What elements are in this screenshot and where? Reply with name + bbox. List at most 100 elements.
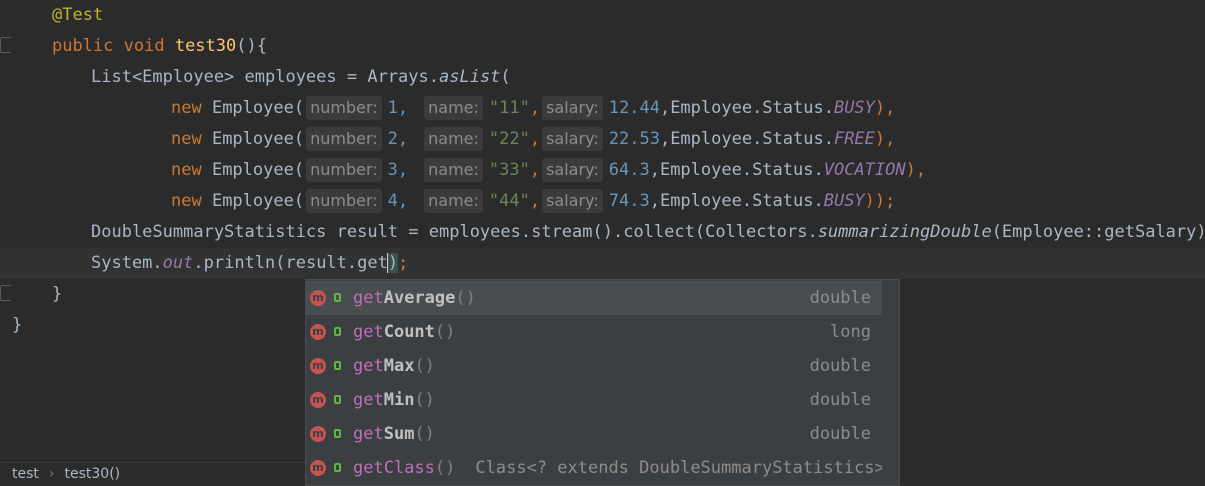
comma: , xyxy=(529,191,541,211)
salary-arg: 74.3 xyxy=(608,191,650,211)
number-arg: 1, xyxy=(387,98,409,118)
param-hint-number: number: xyxy=(306,158,382,182)
method-icon: m xyxy=(310,358,326,374)
name-arg: "33" xyxy=(488,160,530,180)
code-line-annotation[interactable]: @Test xyxy=(0,0,1205,31)
completion-item-name: getMin() xyxy=(353,383,435,417)
completion-item-getclass[interactable]: m getClass() Class<? extends DoubleSummary… xyxy=(306,451,899,485)
status-value: VOCATION xyxy=(823,160,906,180)
code-line-method-signature[interactable]: public void test30(){ xyxy=(0,31,1205,62)
code-line-employee[interactable]: new Employee(number: 2, name: "22", salary: 2… xyxy=(0,124,1205,155)
code-line-println[interactable]: System.out.println(result.get); xyxy=(0,248,1205,279)
code-line-employee[interactable]: new Employee(number: 4, name: "44", salary: 7… xyxy=(0,186,1205,217)
salary-arg: 22.53 xyxy=(608,129,660,149)
return-type: double xyxy=(809,390,871,410)
code-line-list-decl[interactable]: List<Employee> employees = Arrays.asList… xyxy=(0,62,1205,93)
code-line-employee[interactable]: new Employee(number: 1, name: "11", salary: 1… xyxy=(0,93,1205,124)
status-value: BUSY xyxy=(833,98,875,118)
breadcrumb-item-method[interactable]: test30() xyxy=(65,466,121,482)
name-arg: "44" xyxy=(488,191,530,211)
completion-item-getaverage[interactable]: m getAverage() double xyxy=(306,281,882,315)
match-prefix: get xyxy=(353,390,384,410)
completion-item-name: getMax() xyxy=(353,349,435,383)
code-completion-popup[interactable]: m getAverage() double m getCount() long m getMa… xyxy=(305,279,900,486)
println-call: .println(result.get xyxy=(193,253,388,273)
method-suffix: Sum xyxy=(383,424,415,444)
completion-item-name: getClass() Class<? extends DoubleSummaryS… xyxy=(353,451,885,485)
method-suffix: Count xyxy=(383,322,435,342)
line-end: )); xyxy=(864,191,896,211)
method-suffix: Min xyxy=(383,390,415,410)
param-hint-name: name: xyxy=(424,189,483,213)
match-prefix: get xyxy=(353,288,384,308)
param-hint-salary: salary: xyxy=(542,127,603,151)
completion-item-getcount[interactable]: m getCount() long xyxy=(306,315,899,349)
param-hint-name: name: xyxy=(424,158,483,182)
breadcrumb-separator-icon: › xyxy=(48,466,55,482)
employee-ctor: Employee( xyxy=(201,191,305,211)
return-type: double xyxy=(809,288,871,308)
breadcrumb-item-class[interactable]: test xyxy=(12,466,39,482)
comma: , xyxy=(529,160,541,180)
comma: , xyxy=(529,98,541,118)
method-modifiers: public void xyxy=(52,36,175,56)
method-paren: (){ xyxy=(236,36,267,56)
method-suffix: Max xyxy=(383,356,415,376)
name-arg: "11" xyxy=(488,98,530,118)
method-icon: m xyxy=(310,460,326,476)
completion-item-getmin[interactable]: m getMin() double xyxy=(306,383,899,417)
param-hint-name: name: xyxy=(424,96,483,120)
method-suffix: Average xyxy=(383,288,456,308)
public-access-icon xyxy=(334,395,341,404)
close-paren: ) xyxy=(387,253,399,273)
completion-item-getsum[interactable]: m getSum() double xyxy=(306,417,899,451)
match-prefix: get xyxy=(353,322,384,342)
method-suffix: Class xyxy=(383,458,435,478)
completion-item-name: getSum() xyxy=(353,417,435,451)
name-arg: "22" xyxy=(488,129,530,149)
status-value: FREE xyxy=(833,129,875,149)
close-brace-method: } xyxy=(52,284,63,304)
status-value: BUSY xyxy=(823,191,865,211)
public-access-icon xyxy=(334,327,341,336)
new-keyword: new xyxy=(171,98,202,118)
line-end: ), xyxy=(874,129,896,149)
status-prefix: ,Employee.Status. xyxy=(649,191,824,211)
method-icon: m xyxy=(310,290,326,306)
param-hint-salary: salary: xyxy=(542,158,603,182)
salary-arg: 64.3 xyxy=(608,160,650,180)
semicolon: ; xyxy=(398,253,409,273)
method-params: () xyxy=(414,424,435,444)
statistics-tail: (Employee::getSalary)); xyxy=(991,222,1205,242)
code-line-employee[interactable]: new Employee(number: 3, name: "33", salary: 6… xyxy=(0,155,1205,186)
new-keyword: new xyxy=(171,129,202,149)
employee-ctor: Employee( xyxy=(201,129,305,149)
completion-item-getmax[interactable]: m getMax() double xyxy=(306,349,899,383)
method-params: () xyxy=(434,322,456,342)
annotation-test: @Test xyxy=(52,5,104,25)
param-hint-name: name: xyxy=(424,127,483,151)
out-field: out xyxy=(162,253,194,273)
number-arg: 4, xyxy=(387,191,409,211)
close-brace-class: } xyxy=(12,315,23,335)
breadcrumb: test › test30() xyxy=(0,462,305,484)
code-line-statistics[interactable]: DoubleSummaryStatistics result = employe… xyxy=(0,217,1205,248)
method-icon: m xyxy=(310,426,326,442)
line-end: ), xyxy=(905,160,927,180)
param-hint-number: number: xyxy=(306,127,382,151)
new-keyword: new xyxy=(171,191,202,211)
method-params: () xyxy=(434,458,456,478)
statistics-decl: DoubleSummaryStatistics result = employe… xyxy=(91,222,818,242)
status-prefix: ,Employee.Status. xyxy=(659,129,834,149)
new-keyword: new xyxy=(171,160,202,180)
comma: , xyxy=(529,129,541,149)
open-paren: ( xyxy=(500,67,511,87)
status-prefix: ,Employee.Status. xyxy=(649,160,824,180)
public-access-icon xyxy=(334,429,341,438)
return-type: double xyxy=(809,424,871,444)
salary-arg: 12.44 xyxy=(608,98,660,118)
param-hint-number: number: xyxy=(306,96,382,120)
popup-scrollbar[interactable] xyxy=(882,280,899,485)
line-end: ), xyxy=(874,98,896,118)
public-access-icon xyxy=(334,463,341,472)
